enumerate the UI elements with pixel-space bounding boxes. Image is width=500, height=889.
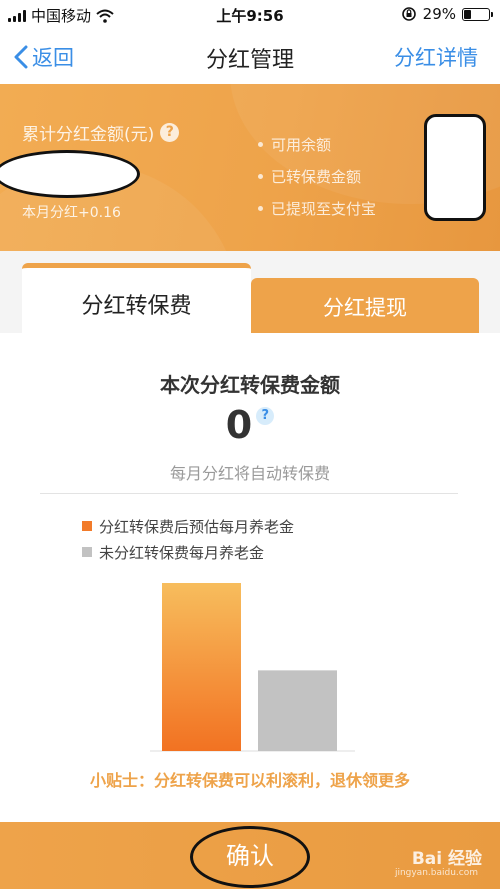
cumulative-dividend-label: 累计分红金额(元) ? [22,120,180,145]
month-dividend: 本月分红+0.16 [22,205,121,221]
breakdown-item: 可用余额 [258,128,376,160]
nav-bar: 返回 分红管理 分红详情 [0,28,500,84]
divider [40,493,458,494]
breakdown-item: 已提现至支付宝 [258,192,376,224]
back-button[interactable]: 返回 [14,42,74,72]
section-title: 本次分红转保费金额 [160,373,340,397]
legend-label: 分红转保费后预估每月养老金 [99,517,295,536]
cumulative-dividend-text: 累计分红金额(元) [22,125,155,145]
tip-text: 小贴士：分红转保费可以利滚利，退休领更多 [89,771,410,790]
auto-transfer-note: 每月分红将自动转保费 [169,464,330,483]
tab-strip: 分红转保费 分红提现 [0,251,500,333]
pension-comparison-chart [150,583,355,752]
chevron-left-icon [14,45,28,69]
battery-icon [462,7,493,21]
status-bar: 中国移动 上午9:56 29% [0,0,500,28]
tab-dividend-withdraw[interactable]: 分红提现 [251,278,479,333]
redacted-amount [0,150,140,198]
breakdown-item: 已转保费金额 [258,160,376,192]
balance-breakdown-list: 可用余额 已转保费金额 已提现至支付宝 [258,128,376,224]
legend-item: 分红转保费后预估每月养老金 [82,513,294,539]
legend-swatch [82,547,92,557]
help-icon[interactable]: ? [160,123,180,142]
battery-percent: 29% [422,5,456,23]
breakdown-label: 已转保费金额 [271,167,362,186]
orientation-lock-icon [401,7,416,21]
tab-dividend-to-premium[interactable]: 分红转保费 [22,263,251,333]
breakdown-label: 已提现至支付宝 [271,199,377,218]
confirm-button[interactable]: 确认 [190,826,310,888]
bar-without-transfer [258,670,337,751]
dividend-details-link[interactable]: 分红详情 [394,42,478,72]
bullet-icon [258,173,263,179]
screen: 中国移动 上午9:56 29% 返回 分红管理 分红详情 累计分红金额(元) ?… [0,0,500,889]
transfer-amount: 0 [225,403,253,447]
baidu-watermark-url: jingyan.baidu.com [394,868,478,878]
legend-swatch [82,521,92,531]
legend-item: 未分红转保费每月养老金 [82,539,294,565]
bullet-icon [258,141,263,147]
battery-fill [464,9,471,19]
bullet-icon [258,205,263,211]
dividend-summary-header: 累计分红金额(元) ? 本月分红+0.16 可用余额 已转保费金额 已提现至支付… [0,84,500,251]
amount-row: 0? [0,403,500,447]
legend-label: 未分红转保费每月养老金 [99,543,265,562]
redacted-chart [424,114,486,221]
question-icon[interactable]: ? [256,407,275,425]
status-right: 29% [401,5,493,23]
back-label: 返回 [32,46,74,70]
premium-transfer-panel: 本次分红转保费金额 0? 每月分红将自动转保费 分红转保费后预估每月养老金 未分… [0,333,500,822]
baidu-watermark: Bai 经验 [411,849,482,869]
breakdown-label: 可用余额 [271,135,332,154]
bottom-bar: 确认 Bai 经验 jingyan.baidu.com [0,822,500,889]
chart-legend: 分红转保费后预估每月养老金 未分红转保费每月养老金 [82,513,294,565]
bar-with-transfer [162,583,241,751]
